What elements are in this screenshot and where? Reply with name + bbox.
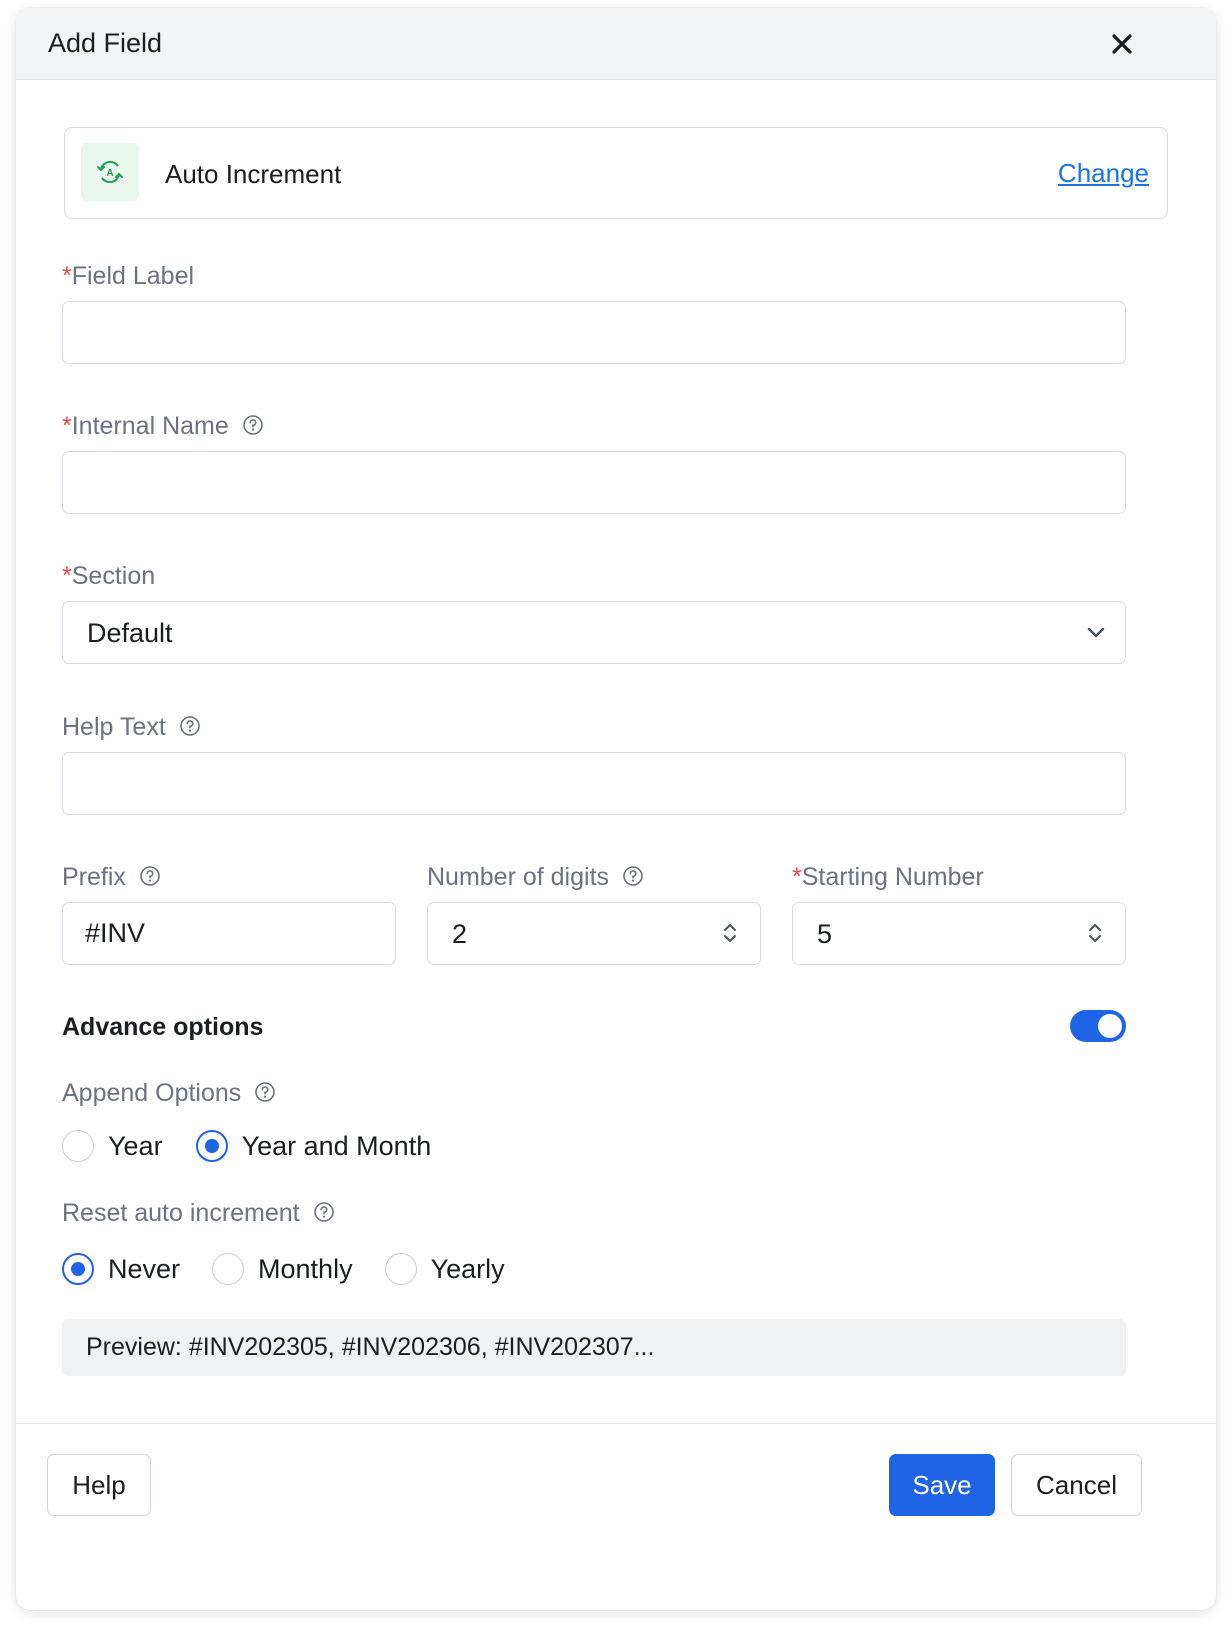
help-icon[interactable] — [179, 715, 201, 737]
radio-button-selected[interactable] — [62, 1253, 94, 1285]
internal-name-label: *Internal Name — [62, 412, 264, 441]
reset-option-monthly[interactable]: Monthly — [212, 1253, 353, 1285]
stepper-arrows-icon[interactable] — [1087, 921, 1103, 945]
help-text-input[interactable] — [62, 752, 1126, 815]
radio-button[interactable] — [62, 1130, 94, 1162]
advance-options-title: Advance options — [62, 1013, 264, 1041]
append-options-radio-group: Year Year and Month — [62, 1130, 431, 1162]
toggle-knob — [1098, 1014, 1122, 1038]
field-label-label: *Field Label — [62, 262, 195, 290]
append-option-year[interactable]: Year — [62, 1130, 163, 1162]
reset-option-never[interactable]: Never — [62, 1253, 180, 1285]
field-label-input[interactable] — [62, 301, 1126, 364]
radio-button-selected[interactable] — [195, 1130, 228, 1162]
section-label: *Section — [62, 562, 156, 590]
number-of-digits-label: Number of digits — [427, 863, 644, 892]
section-select[interactable]: Default — [62, 601, 1126, 664]
add-field-dialog: Add Field A Auto Increment Change *Field… — [16, 8, 1216, 1610]
help-icon[interactable] — [313, 1201, 335, 1223]
close-button[interactable] — [1104, 26, 1140, 62]
dialog-title: Add Field — [48, 28, 163, 58]
starting-number-value: 5 — [817, 919, 833, 949]
change-type-link[interactable]: Change — [1058, 158, 1149, 189]
auto-increment-icon-box: A — [81, 143, 139, 201]
close-icon — [1112, 34, 1132, 54]
starting-number-stepper[interactable]: 5 — [792, 902, 1126, 965]
prefix-input[interactable] — [62, 902, 396, 965]
footer-divider — [16, 1423, 1216, 1424]
reset-option-yearly[interactable]: Yearly — [384, 1253, 505, 1285]
internal-name-input[interactable] — [62, 451, 1126, 514]
preview-text: Preview: #INV202305, #INV202306, #INV202… — [86, 1333, 655, 1361]
number-of-digits-stepper[interactable]: 2 — [427, 902, 761, 965]
prefix-label: Prefix — [62, 863, 161, 892]
radio-button[interactable] — [212, 1253, 245, 1285]
help-button[interactable]: Help — [47, 1454, 151, 1516]
help-text-label: Help Text — [62, 713, 201, 742]
field-type-card: A Auto Increment Change — [64, 127, 1168, 219]
section-selected-value: Default — [87, 618, 173, 648]
starting-number-label: *Starting Number — [792, 863, 984, 891]
reset-auto-increment-label: Reset auto increment — [62, 1199, 335, 1228]
preview-box: Preview: #INV202305, #INV202306, #INV202… — [62, 1319, 1126, 1376]
field-type-name: Auto Increment — [165, 159, 342, 189]
help-icon[interactable] — [622, 865, 644, 887]
chevron-down-icon — [1087, 627, 1105, 638]
radio-button[interactable] — [384, 1253, 417, 1285]
append-options-label: Append Options — [62, 1079, 276, 1108]
dialog-header: Add Field — [16, 8, 1216, 80]
help-icon[interactable] — [242, 414, 264, 436]
append-option-year-and-month[interactable]: Year and Month — [195, 1130, 431, 1162]
reset-radio-group: Never Monthly Yearly — [62, 1253, 505, 1285]
help-icon[interactable] — [254, 1081, 276, 1103]
number-of-digits-value: 2 — [452, 919, 468, 949]
advance-options-toggle[interactable] — [1070, 1010, 1126, 1042]
auto-increment-icon: A — [97, 160, 123, 184]
cancel-button[interactable]: Cancel — [1011, 1454, 1142, 1516]
svg-text:A: A — [106, 168, 113, 179]
save-button[interactable]: Save — [889, 1454, 995, 1516]
help-icon[interactable] — [139, 865, 161, 887]
stepper-arrows-icon[interactable] — [722, 921, 738, 945]
